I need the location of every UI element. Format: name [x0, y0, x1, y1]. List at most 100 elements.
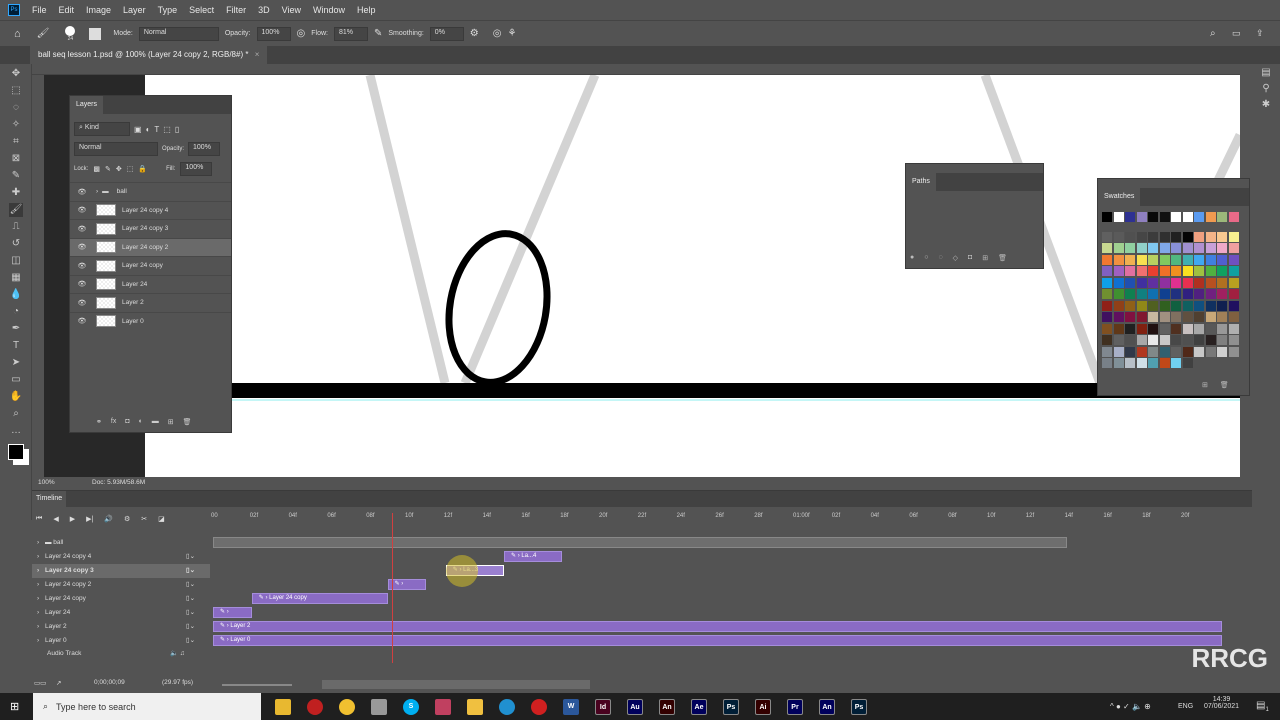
filter-kind-select[interactable]: ⌕ Kind	[74, 122, 130, 136]
swatch[interactable]	[1102, 289, 1112, 299]
track-options-icon[interactable]: ▯⌄	[186, 564, 195, 578]
chevron-right-icon[interactable]: ›	[37, 609, 41, 616]
swatch[interactable]	[1194, 254, 1204, 265]
visibility-eye-icon[interactable]: 👁	[72, 206, 92, 214]
shape-tool-icon[interactable]: ▭	[9, 373, 23, 387]
swatch[interactable]	[1194, 277, 1204, 288]
swatch[interactable]	[1205, 231, 1216, 242]
swatch[interactable]	[1217, 323, 1227, 334]
swatch[interactable]	[1194, 346, 1204, 357]
color-swatches[interactable]	[8, 444, 24, 460]
flow-field[interactable]: 81%	[333, 26, 368, 41]
swatch[interactable]	[1194, 300, 1204, 311]
swatch[interactable]	[1148, 323, 1158, 334]
timeline-clip[interactable]: ✎ ›	[387, 579, 427, 590]
swatch[interactable]	[1136, 289, 1147, 299]
visibility-eye-icon[interactable]: 👁	[72, 188, 92, 196]
swatch[interactable]	[1136, 300, 1147, 311]
chevron-right-icon[interactable]: ›	[37, 567, 41, 574]
new-group-icon[interactable]: ▬	[152, 418, 159, 426]
swatch[interactable]	[1113, 300, 1124, 311]
swatch[interactable]	[1182, 243, 1193, 253]
notification-icon[interactable]: ▤1	[1256, 700, 1269, 713]
track-options-icon[interactable]: ▯⌄	[186, 634, 195, 648]
layers-tab[interactable]: Layers	[70, 96, 104, 114]
layer-row[interactable]: 👁 Layer 24 copy 2	[70, 237, 231, 256]
layer-row[interactable]: 👁 Layer 24 copy	[70, 256, 231, 275]
swatch[interactable]	[1182, 289, 1193, 299]
swatch[interactable]	[1182, 300, 1193, 311]
swatch[interactable]	[1136, 254, 1147, 265]
chevron-right-icon[interactable]: ›	[37, 581, 41, 588]
brush-tool-icon[interactable]: 🖌	[37, 28, 50, 39]
stroke-path-icon[interactable]: ○	[924, 254, 928, 262]
stamp-tool-icon[interactable]: ⎍	[9, 220, 23, 234]
swatch[interactable]	[1159, 277, 1170, 288]
swatch[interactable]	[1148, 243, 1158, 253]
swatch[interactable]	[1182, 312, 1193, 322]
swatch[interactable]	[1205, 212, 1216, 222]
swatch[interactable]	[1148, 254, 1158, 265]
layer-row[interactable]: 👁 › ▬ ball	[70, 182, 231, 201]
tray-icons[interactable]: ^ ● ✓ 🔈 ⊕	[1110, 702, 1151, 711]
swatch[interactable]	[1159, 266, 1170, 276]
swatch[interactable]	[1159, 243, 1170, 253]
timeline-track[interactable]: › Layer 0 ▯⌄	[32, 634, 210, 648]
swatch[interactable]	[1102, 231, 1112, 242]
swatch[interactable]	[1125, 254, 1135, 265]
history-brush-tool-icon[interactable]: ↺	[9, 237, 23, 251]
new-path-icon[interactable]: ⊞	[982, 254, 988, 262]
swatch[interactable]	[1228, 335, 1239, 345]
lock-all-icon[interactable]: 🔒	[138, 165, 147, 173]
split-icon[interactable]: ✂	[141, 515, 147, 523]
swatch[interactable]	[1171, 335, 1181, 345]
timeline-track[interactable]: › Layer 24 copy ▯⌄	[32, 592, 210, 606]
swatch[interactable]	[1102, 266, 1112, 276]
swatch[interactable]	[1205, 335, 1216, 345]
edge-icon[interactable]	[499, 698, 515, 715]
pressure-size-icon[interactable]: ◎	[493, 28, 502, 39]
swatch[interactable]	[1171, 323, 1181, 334]
swatch[interactable]	[1228, 266, 1239, 276]
share-icon[interactable]: ⇪	[1256, 28, 1264, 39]
timeline-track[interactable]: › Layer 2 ▯⌄	[32, 620, 210, 634]
timeline-track[interactable]: › Layer 24 copy 3 ▯⌄	[32, 564, 210, 578]
swatch[interactable]	[1228, 277, 1239, 288]
swatch[interactable]	[1217, 231, 1227, 242]
chrome-icon[interactable]	[339, 698, 355, 715]
new-swatch-icon[interactable]: ⊞	[1202, 381, 1208, 389]
swatch[interactable]	[1136, 277, 1147, 288]
delete-layer-icon[interactable]: 🗑	[183, 418, 192, 426]
app-an-icon[interactable]: An	[659, 698, 675, 715]
swatch[interactable]	[1182, 212, 1193, 222]
menu-help[interactable]: Help	[357, 5, 376, 15]
clock[interactable]: 14:39 07/06/2021	[1204, 696, 1239, 710]
paths-tab[interactable]: Paths	[906, 173, 936, 191]
lock-position-icon[interactable]: ✥	[116, 165, 122, 173]
swatch[interactable]	[1205, 312, 1216, 322]
fill-field[interactable]: 100%	[180, 162, 213, 176]
opera-icon[interactable]	[531, 698, 547, 715]
visibility-eye-icon[interactable]: 👁	[72, 243, 92, 251]
swatch[interactable]	[1148, 266, 1158, 276]
swatch[interactable]	[1171, 289, 1181, 299]
swatch[interactable]	[1159, 335, 1170, 345]
home-icon[interactable]: ⌂	[14, 28, 21, 40]
swatch[interactable]	[1136, 231, 1147, 242]
layer-row[interactable]: 👁 Layer 24 copy 3	[70, 219, 231, 238]
close-tab-icon[interactable]: ×	[255, 50, 260, 59]
swatch[interactable]	[1125, 335, 1135, 345]
history-icon[interactable]: ▤	[1259, 66, 1273, 80]
swatch[interactable]	[1217, 300, 1227, 311]
swatch[interactable]	[1159, 300, 1170, 311]
swatch[interactable]	[1125, 300, 1135, 311]
swatch[interactable]	[1159, 212, 1170, 222]
app-ps-icon[interactable]: Ps	[851, 698, 867, 715]
timeline-track[interactable]: › Layer 24 copy 4 ▯⌄	[32, 550, 210, 564]
swatch[interactable]	[1125, 212, 1135, 222]
visibility-eye-icon[interactable]: 👁	[72, 225, 92, 233]
timeline-track[interactable]: › ▬ ball	[32, 536, 210, 550]
timeline-clip[interactable]: ✎ ›	[213, 607, 252, 618]
swatch[interactable]	[1113, 277, 1124, 288]
make-path-icon[interactable]: ◇	[953, 254, 958, 262]
